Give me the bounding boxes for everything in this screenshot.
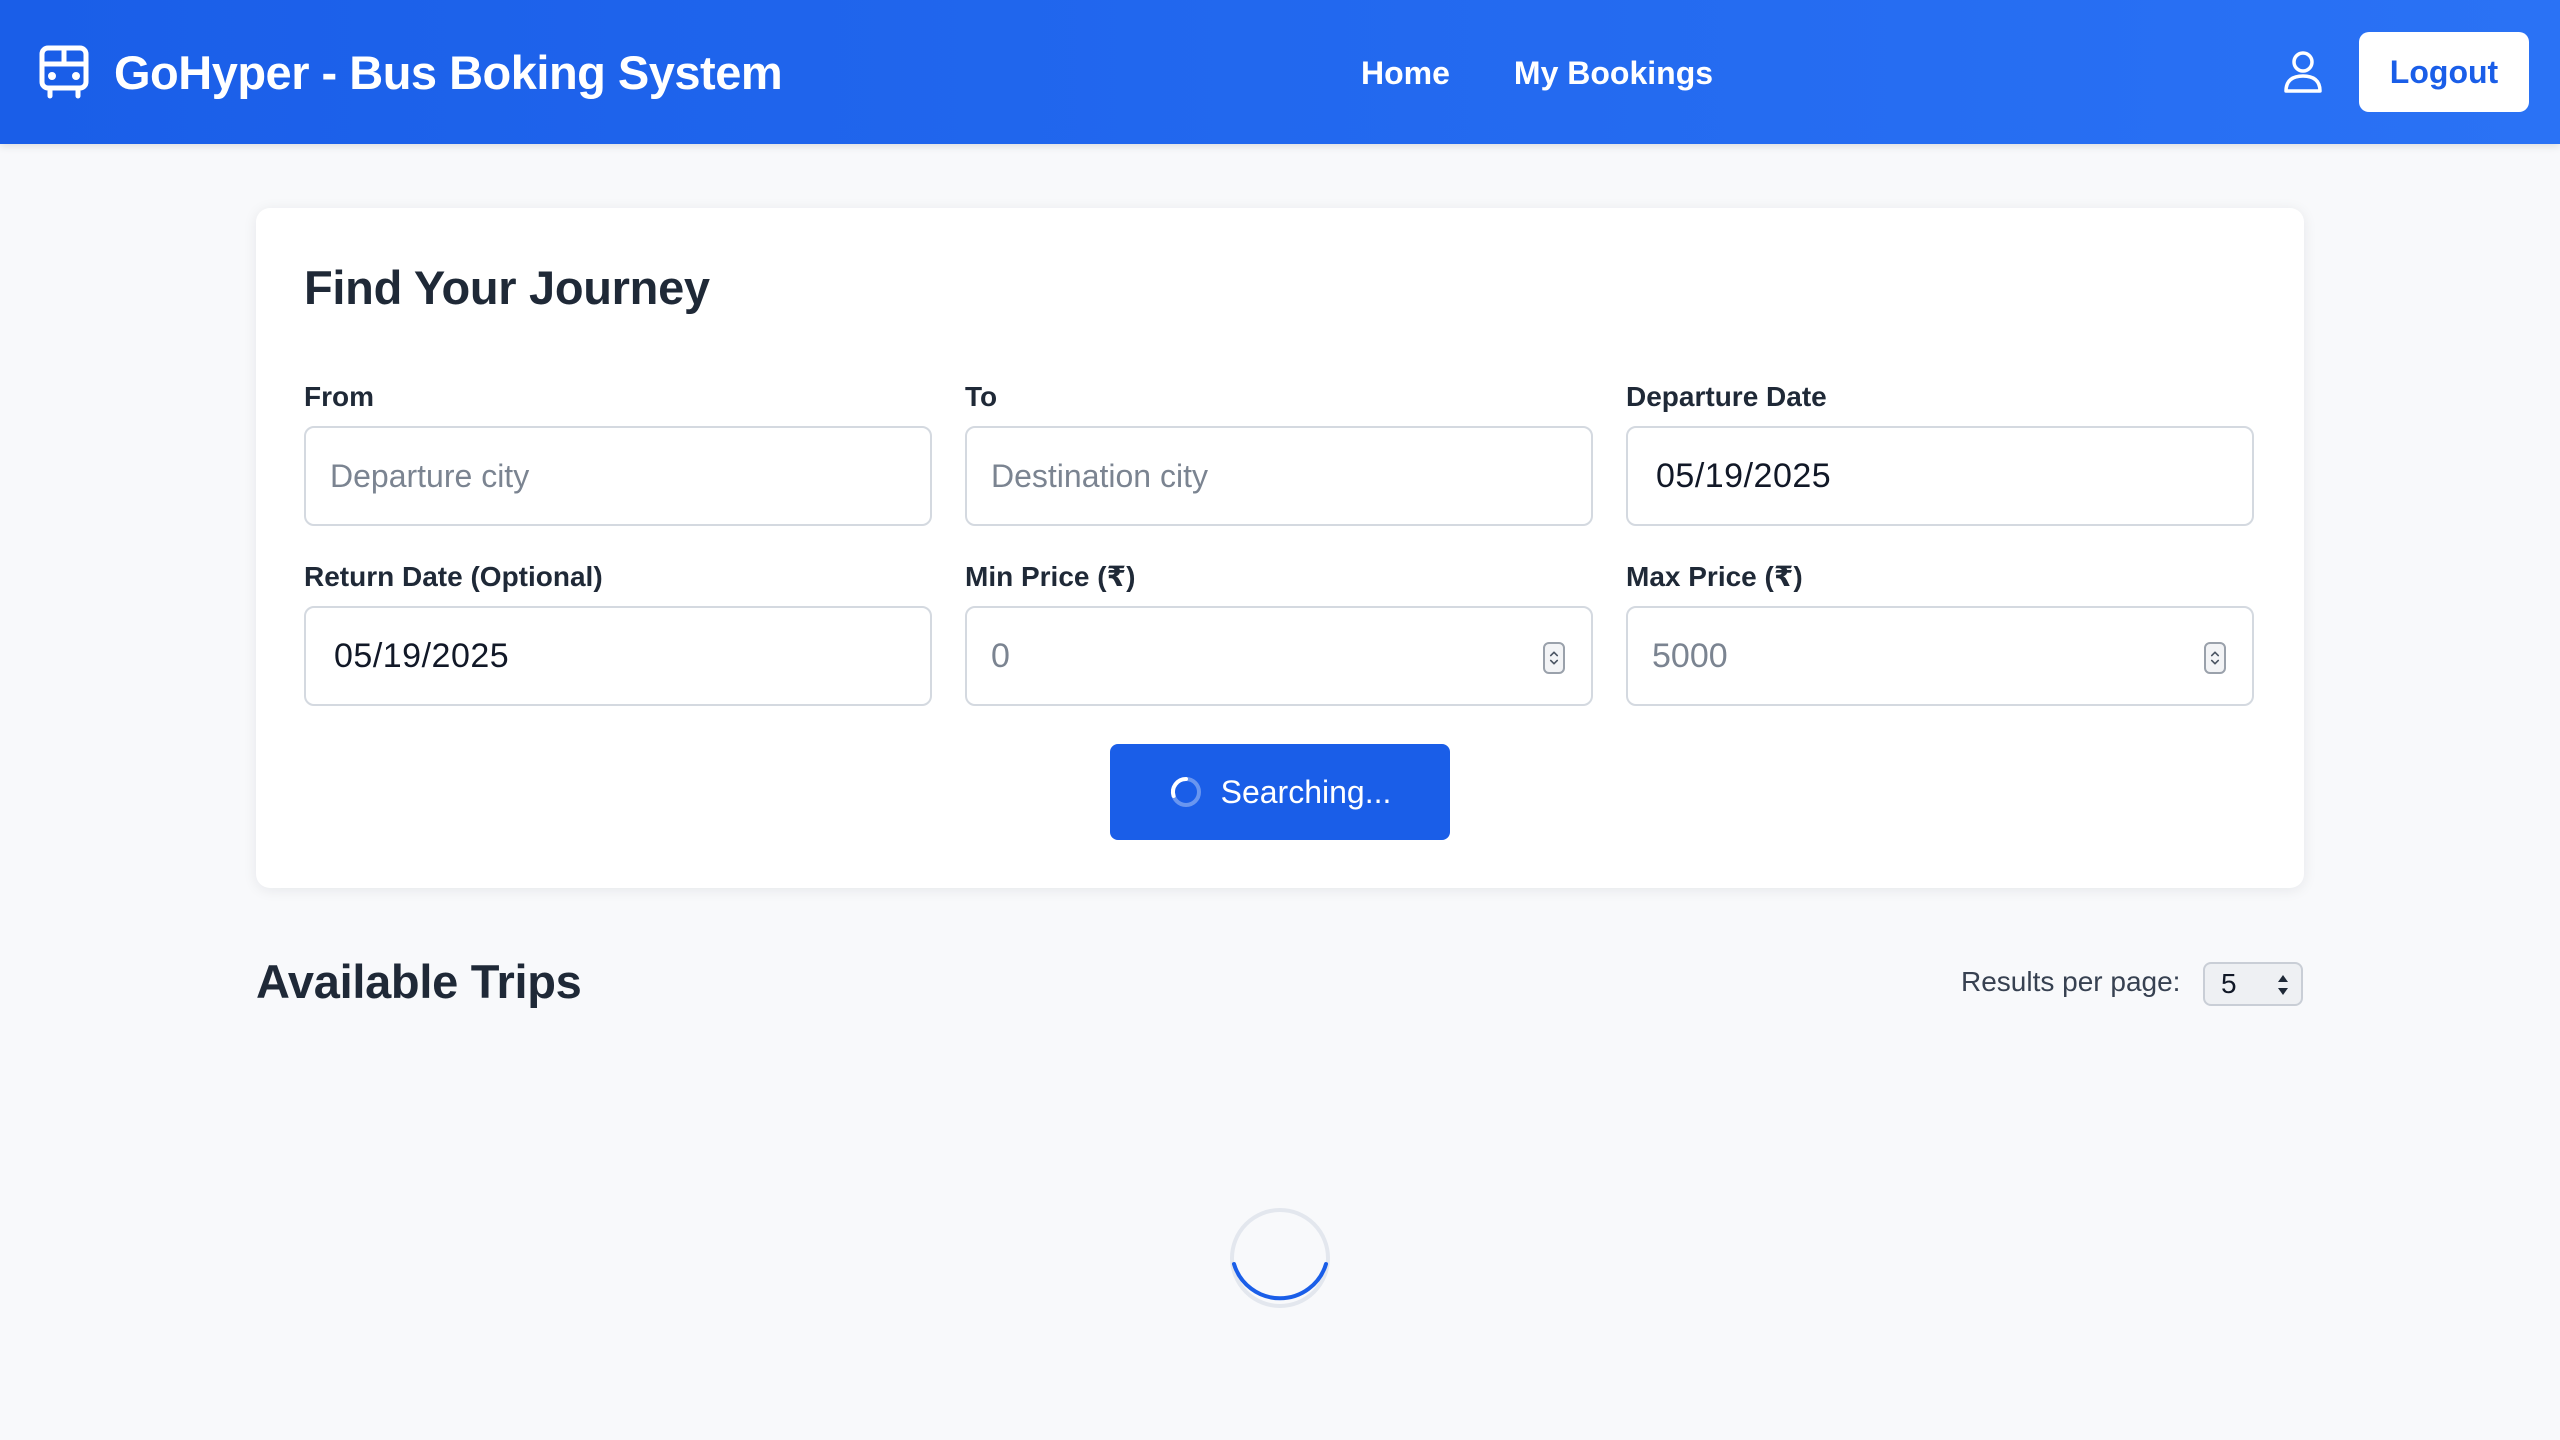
to-label: To	[965, 381, 998, 412]
max-price-value: 5000	[1652, 636, 1728, 675]
nav-my-bookings-link[interactable]: My Bookings	[1514, 55, 1713, 92]
return-date-field: Return Date (Optional) 05/19/2025	[304, 558, 932, 706]
top-navbar: GoHyper - Bus Boking System Home My Book…	[0, 0, 2560, 144]
logout-button[interactable]: Logout	[2359, 32, 2529, 112]
to-input[interactable]	[967, 428, 1591, 524]
return-date-input[interactable]: 05/19/2025	[304, 606, 932, 706]
departure-date-field: Departure Date 05/19/2025	[1626, 378, 2254, 526]
number-stepper-icon[interactable]	[1543, 642, 1565, 674]
user-icon[interactable]	[2283, 50, 2323, 94]
search-button-label: Searching...	[1220, 773, 1392, 810]
results-per-page-label: Results per page:	[1961, 966, 2181, 997]
loading-spinner-icon	[1170, 776, 1201, 807]
max-price-input[interactable]: 5000	[1626, 606, 2254, 706]
bus-icon	[39, 45, 89, 99]
from-label: From	[304, 381, 374, 412]
min-price-input[interactable]: 0	[965, 606, 1593, 706]
min-price-value: 0	[991, 636, 1010, 675]
search-card: Find Your Journey From To Departure Date…	[256, 208, 2304, 888]
available-trips-title: Available Trips	[256, 955, 582, 1008]
from-field: From	[304, 378, 932, 526]
return-date-label: Return Date (Optional)	[304, 561, 603, 592]
results-per-page-select[interactable]: 5	[2203, 962, 2303, 1006]
min-price-label: Min Price (₹)	[965, 561, 1136, 592]
results-loading-spinner-icon	[1230, 1208, 1330, 1308]
from-input[interactable]	[306, 428, 930, 524]
number-stepper-icon[interactable]	[2204, 642, 2226, 674]
departure-date-value: 05/19/2025	[1656, 456, 1832, 495]
brand[interactable]: GoHyper - Bus Boking System	[38, 40, 783, 104]
departure-date-input[interactable]: 05/19/2025	[1626, 426, 2254, 526]
app-title: GoHyper - Bus Boking System	[114, 45, 783, 99]
to-field: To	[965, 378, 1593, 526]
from-input-box	[304, 426, 932, 526]
nav-home-link[interactable]: Home	[1361, 55, 1450, 92]
departure-date-label: Departure Date	[1626, 381, 1827, 412]
search-button[interactable]: Searching...	[1110, 744, 1450, 840]
main-nav: Home My Bookings	[1361, 48, 1713, 98]
select-arrows-icon	[2278, 975, 2288, 995]
min-price-field: Min Price (₹) 0	[965, 558, 1593, 706]
return-date-value: 05/19/2025	[334, 636, 510, 675]
max-price-label: Max Price (₹)	[1626, 561, 1803, 592]
max-price-field: Max Price (₹) 5000	[1626, 558, 2254, 706]
to-input-box	[965, 426, 1593, 526]
search-card-title: Find Your Journey	[304, 261, 710, 314]
results-per-page-value: 5	[2221, 968, 2237, 999]
